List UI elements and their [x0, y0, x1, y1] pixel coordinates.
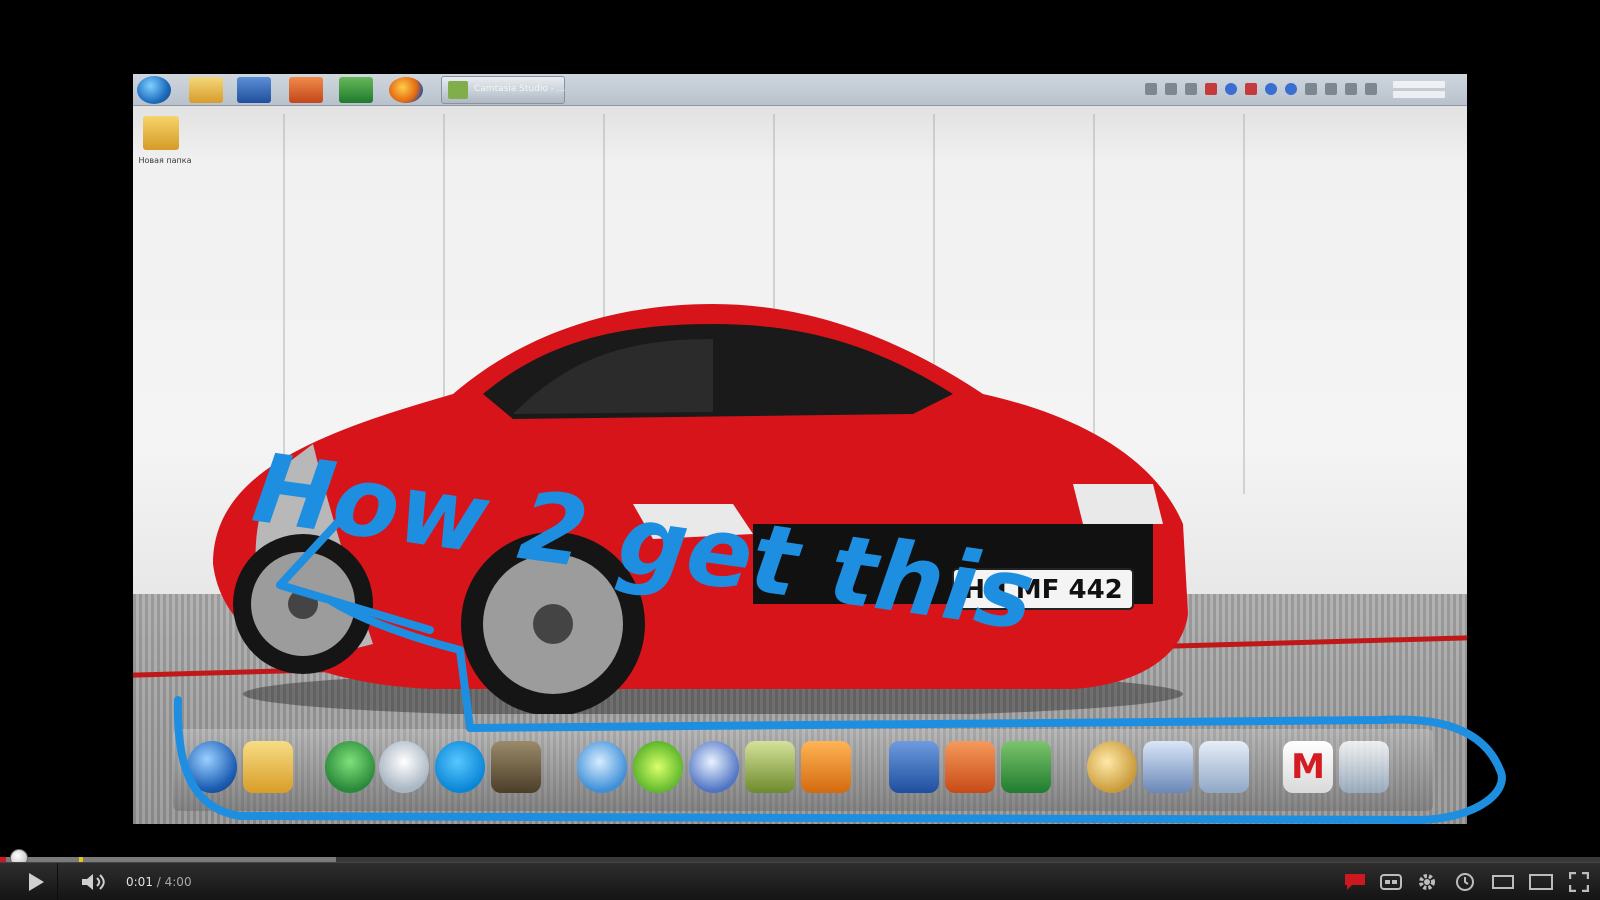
word-icon[interactable]: [889, 741, 939, 793]
headset-icon[interactable]: [379, 741, 429, 793]
wall-panel-line: [1243, 114, 1245, 494]
battery-icon[interactable]: [1325, 83, 1337, 95]
messenger-icon[interactable]: [325, 741, 375, 793]
player-controls: 0:01 / 4:00: [0, 862, 1600, 900]
recycle-bin-icon[interactable]: [1339, 741, 1389, 793]
folder-icon[interactable]: [189, 77, 223, 103]
calculator-icon[interactable]: [1199, 741, 1249, 793]
powerpoint-icon[interactable]: [945, 741, 995, 793]
dock-bar: M: [173, 729, 1433, 811]
windows-taskbar: Camtasia Studio - ...: [133, 74, 1467, 106]
desktop-folder-icon[interactable]: [143, 116, 179, 150]
fullscreen-button[interactable]: [1560, 863, 1598, 900]
recorded-desktop: Camtasia Studio - ... Новая папка HH MF …: [133, 74, 1467, 824]
video-editor-icon[interactable]: [801, 741, 851, 793]
network-icon[interactable]: [1345, 83, 1357, 95]
front-wheel: [461, 532, 645, 714]
annotations-icon: [1345, 874, 1365, 890]
firefox-icon[interactable]: [389, 77, 423, 103]
taskbar-active-window[interactable]: Camtasia Studio - ...: [441, 76, 565, 104]
tray-icon[interactable]: [1225, 83, 1237, 95]
media-player-icon[interactable]: [689, 741, 739, 793]
settings-button[interactable]: [1408, 863, 1446, 900]
small-player-button[interactable]: [1484, 863, 1522, 900]
excel-icon[interactable]: [1001, 741, 1051, 793]
powerpoint-icon[interactable]: [289, 77, 323, 103]
play-icon: [28, 873, 44, 891]
printer-icon[interactable]: [1143, 741, 1193, 793]
word-icon[interactable]: [237, 77, 271, 103]
duration: 4:00: [164, 875, 192, 889]
time-separator: /: [152, 875, 165, 889]
current-time: 0:01: [126, 875, 153, 889]
tray-icon[interactable]: [1145, 83, 1157, 95]
large-player-button[interactable]: [1522, 863, 1560, 900]
soldier-game-icon[interactable]: [491, 741, 541, 793]
tray-icon[interactable]: [1165, 83, 1177, 95]
tray-icon[interactable]: [1245, 83, 1257, 95]
facebook-tray-icon[interactable]: [1265, 83, 1277, 95]
desktop-folder-label: Новая папка: [138, 156, 192, 165]
settings-icon: [1419, 874, 1435, 890]
system-tray: [1145, 83, 1377, 97]
rear-wheel: [233, 534, 373, 674]
large-player-icon: [1529, 874, 1553, 890]
captions-icon: [1380, 874, 1402, 890]
lime-icon[interactable]: [633, 741, 683, 793]
excel-icon[interactable]: [339, 77, 373, 103]
mcafee-icon[interactable]: M: [1283, 741, 1333, 793]
camtasia-icon: [448, 81, 468, 99]
video-area[interactable]: Camtasia Studio - ... Новая папка HH MF …: [0, 0, 1600, 856]
watch-later-icon: [1456, 873, 1474, 891]
speaker-icon[interactable]: [1365, 83, 1377, 95]
fullscreen-icon: [1569, 872, 1589, 892]
captions-button[interactable]: [1372, 863, 1410, 900]
play-button[interactable]: [14, 863, 58, 900]
time-readout: 0:01 / 4:00: [126, 863, 192, 900]
tray-icon[interactable]: [1285, 83, 1297, 95]
watch-later-button[interactable]: [1446, 863, 1484, 900]
network-globe-icon[interactable]: [187, 741, 237, 793]
small-player-icon: [1492, 875, 1514, 889]
paint-icon[interactable]: [1087, 741, 1137, 793]
itunes-icon[interactable]: [577, 741, 627, 793]
windows-start-icon[interactable]: [137, 76, 171, 104]
tray-icon[interactable]: [1205, 83, 1217, 95]
flag-icon[interactable]: [1305, 83, 1317, 95]
volume-icon: [82, 874, 105, 890]
folder-icon[interactable]: [243, 741, 293, 793]
car-wallpaper: HH MF 442: [213, 304, 1188, 714]
skype-icon[interactable]: [435, 741, 485, 793]
taskbar-window-label: Camtasia Studio - ...: [474, 84, 566, 94]
taskbar-clock[interactable]: [1385, 78, 1453, 102]
volume-button[interactable]: [72, 863, 116, 900]
tray-icon[interactable]: [1185, 83, 1197, 95]
annotations-button[interactable]: [1336, 863, 1374, 900]
license-plate: HH MF 442: [963, 575, 1123, 605]
photo-icon[interactable]: [745, 741, 795, 793]
